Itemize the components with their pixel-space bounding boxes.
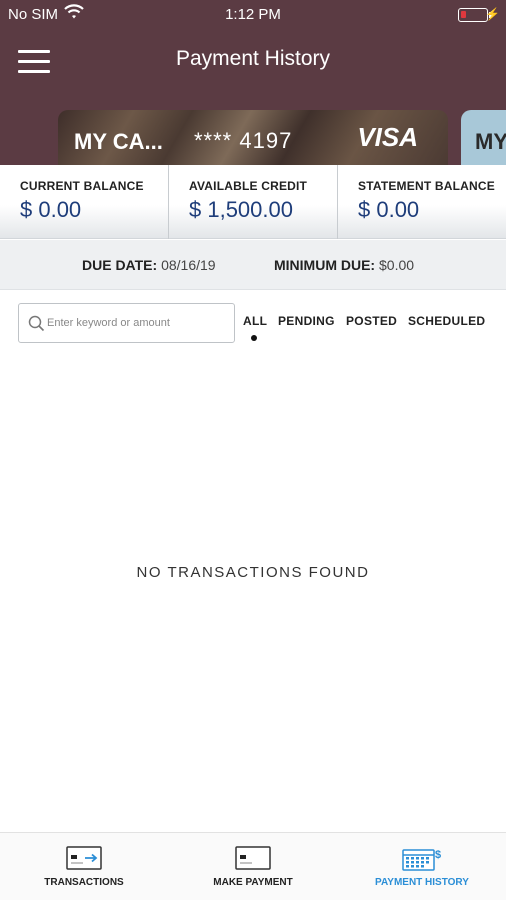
- minimum-due-label: MINIMUM DUE:: [274, 257, 376, 273]
- app-header: No SIM 1:12 PM ⚡ Payment History MY CA..…: [0, 0, 506, 166]
- tab-transactions[interactable]: TRANSACTIONS: [0, 833, 168, 900]
- credit-card-selected[interactable]: MY CA... **** 4197 VISA: [58, 110, 448, 166]
- battery-icon: [458, 8, 492, 22]
- tab-label: TRANSACTIONS: [44, 877, 124, 888]
- card-name: MY: [475, 129, 506, 154]
- card-name: MY CA...: [74, 129, 163, 154]
- calendar-dollar-icon: $: [402, 846, 442, 877]
- due-date: DUE DATE: 08/16/19: [82, 257, 216, 273]
- filter-posted[interactable]: POSTED: [346, 314, 397, 328]
- balance-label: CURRENT BALANCE: [20, 179, 144, 193]
- due-date-label: DUE DATE:: [82, 257, 158, 273]
- balance-label: AVAILABLE CREDIT: [189, 179, 308, 193]
- visa-logo: VISA: [357, 122, 418, 152]
- transactions-card-icon: [66, 846, 102, 875]
- charging-bolt-icon: ⚡: [485, 7, 500, 21]
- credit-card-next[interactable]: MY: [461, 110, 506, 166]
- tab-label: MAKE PAYMENT: [213, 877, 293, 888]
- empty-state-message: NO TRANSACTIONS FOUND: [136, 564, 370, 581]
- status-time: 1:12 PM: [225, 6, 281, 23]
- filter-all[interactable]: ALL: [243, 314, 267, 328]
- statement-balance: STATEMENT BALANCE $ 0.00: [337, 165, 506, 239]
- filter-scheduled[interactable]: SCHEDULED: [408, 314, 485, 328]
- minimum-due: MINIMUM DUE: $0.00: [274, 257, 414, 273]
- payment-card-icon: [235, 846, 271, 875]
- tab-make-payment[interactable]: MAKE PAYMENT: [169, 833, 337, 900]
- card-number: **** 4197: [194, 128, 293, 153]
- due-date-value: 08/16/19: [161, 257, 216, 273]
- minimum-due-value: $0.00: [379, 257, 415, 273]
- balance-value: $ 0.00: [20, 197, 82, 222]
- status-bar: No SIM 1:12 PM ⚡: [0, 4, 506, 24]
- bottom-tab-bar: TRANSACTIONS MAKE PAYMENT $ PAYMENT HIST…: [0, 832, 506, 900]
- balance-summary: CURRENT BALANCE $ 0.00 AVAILABLE CREDIT …: [0, 165, 506, 239]
- balance-value: $ 1,500.00: [189, 197, 293, 222]
- filter-pending[interactable]: PENDING: [278, 314, 335, 328]
- svg-text:$: $: [435, 849, 441, 861]
- selected-filter-indicator: [251, 335, 257, 341]
- tab-label: PAYMENT HISTORY: [375, 877, 469, 888]
- tab-payment-history[interactable]: $ PAYMENT HISTORY: [338, 833, 506, 900]
- balance-label: STATEMENT BALANCE: [358, 179, 495, 193]
- page-title: Payment History: [175, 47, 331, 70]
- available-credit: AVAILABLE CREDIT $ 1,500.00: [168, 165, 336, 239]
- current-balance: CURRENT BALANCE $ 0.00: [0, 165, 168, 239]
- balance-value: $ 0.00: [358, 197, 420, 222]
- due-info-bar: DUE DATE: 08/16/19 MINIMUM DUE: $0.00: [0, 240, 506, 290]
